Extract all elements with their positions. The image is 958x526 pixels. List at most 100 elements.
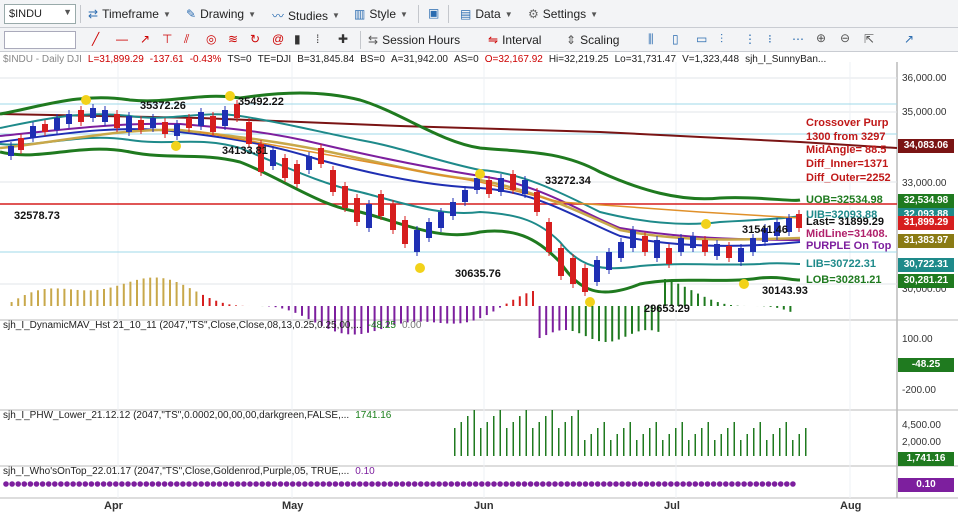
who-dot [668, 481, 674, 487]
hollow-candle-icon[interactable]: ▭ [696, 32, 707, 46]
as: AS=0 [453, 54, 479, 65]
candle-body [342, 186, 348, 208]
histogram-bar [485, 306, 488, 316]
histogram-bar [215, 300, 218, 306]
phw-value: 1741.16 [355, 410, 392, 421]
zoom-in-icon[interactable]: ⊕ [816, 31, 826, 45]
who-dot [167, 481, 174, 487]
phw-bar [675, 428, 677, 456]
export-icon[interactable]: ↗ [904, 32, 914, 46]
bars-icon[interactable]: ▮ [294, 32, 301, 46]
area-style-icon[interactable]: ⁝ [768, 32, 772, 46]
dmav-pane-label[interactable]: sjh_I_DynamicMAV_Hst 21_10_11 (2047,"TS"… [3, 320, 421, 331]
chevron-down-icon[interactable]: ▼ [63, 7, 72, 17]
phw-pane-label[interactable]: sjh_I_PHW_Lower_21.12.12 (2047,"TS",0.00… [3, 410, 391, 421]
who-dot [552, 481, 558, 487]
ohlc-icon[interactable]: ⫶ [720, 32, 723, 47]
candle-style-icon[interactable]: ▯ [672, 32, 679, 46]
candle-body [702, 240, 708, 252]
bar-style-icon[interactable]: ⫼ [648, 32, 654, 47]
who-dot [729, 481, 735, 487]
fib-icon[interactable]: ≋ [228, 32, 238, 46]
histogram-bar [479, 306, 482, 319]
crosshair-icon[interactable]: ✚ [338, 32, 348, 46]
studies-menu[interactable]: 〰 Studies ▼ [272, 7, 340, 24]
who-dot [338, 481, 345, 487]
who-dot [570, 481, 577, 487]
phw-bar [642, 434, 644, 456]
trendline-icon[interactable]: ╱ [92, 32, 99, 46]
chart-name-input[interactable] [4, 31, 76, 49]
layout-icon[interactable]: ▣ [428, 6, 439, 20]
data-menu[interactable]: ▤ Data ▼ [460, 7, 513, 21]
symbol-input[interactable]: $INDU ▼ [4, 4, 76, 24]
who-pane-label[interactable]: sjh_I_Who'sOnTop_22.01.17 (2047,"TS",Clo… [3, 466, 375, 477]
separator [448, 5, 449, 23]
who-dot [399, 481, 406, 487]
session-hours-button[interactable]: ⇆ Session Hours [368, 33, 460, 47]
candle-body [426, 222, 432, 238]
histogram-bar [109, 287, 112, 306]
who-dot [106, 481, 113, 487]
phw-bar [707, 422, 709, 456]
circle-icon[interactable]: ◎ [206, 32, 216, 46]
candle-body [498, 178, 504, 192]
candle-body [570, 258, 576, 284]
who-dot [302, 481, 308, 487]
diff-inner-text: Diff_Inner=1371 [806, 158, 889, 170]
who-dot [716, 481, 723, 487]
settings-label: Settings [542, 7, 587, 21]
price-box-maroon: 34,083.06 [898, 139, 954, 153]
zoom-out-icon[interactable]: ⊖ [840, 31, 850, 45]
histogram-bar [584, 306, 587, 337]
hline-icon[interactable]: — [116, 32, 128, 46]
who-dot [405, 481, 412, 487]
phw-bar [649, 428, 651, 456]
timeframe-menu[interactable]: ⇄ Timeframe ▼ [88, 7, 171, 21]
cursor-icon[interactable]: ⇱ [864, 32, 874, 46]
who-dot [296, 481, 302, 487]
candle-body [796, 214, 802, 228]
who-dot [619, 481, 625, 487]
month-label: Jul [664, 500, 680, 512]
arrow-icon[interactable]: ↗ [140, 32, 150, 46]
histogram-bar [538, 306, 541, 339]
scaling-label: Scaling [580, 33, 620, 47]
price-box-last: 31,899.29 [898, 216, 954, 230]
candle-body [510, 174, 516, 190]
scaling-button[interactable]: ⇕ Scaling [566, 33, 619, 47]
text-icon[interactable]: ⊤ [162, 32, 172, 46]
phw-bar [701, 428, 703, 456]
swing-label: 34133.81 [222, 145, 268, 157]
channel-icon[interactable]: ⫽ [184, 32, 189, 47]
phw-bar [584, 440, 586, 456]
low: Lo=31,731.47 [614, 54, 677, 65]
candle-body [102, 110, 108, 122]
axis-tick: 4,500.00 [902, 420, 941, 431]
chevron-down-icon: ▼ [590, 9, 599, 19]
settings-menu[interactable]: ⚙ Settings ▼ [528, 7, 598, 21]
line-style-icon[interactable]: ⋮ [744, 32, 756, 46]
drawing-menu[interactable]: ✎ Drawing ▼ [186, 7, 256, 21]
spiral-icon[interactable]: @ [272, 32, 284, 46]
histogram-bar [426, 306, 429, 322]
phw-bar [688, 440, 690, 456]
grid-icon[interactable]: ⁞ [316, 32, 319, 46]
who-dot [222, 481, 229, 487]
month-label: Jun [474, 500, 494, 512]
interval-button[interactable]: ⇋ Interval [488, 33, 541, 47]
who-dot [546, 481, 552, 487]
symbol-value: $INDU [9, 8, 43, 20]
histogram-bar [37, 290, 39, 306]
cycle-icon[interactable]: ↻ [250, 32, 260, 46]
candle-body [366, 204, 372, 228]
style-menu[interactable]: ▥ Style ▼ [354, 7, 408, 21]
phw-bar [746, 434, 748, 456]
who-dot [759, 481, 766, 487]
candle-body [282, 158, 288, 178]
who-dot [491, 481, 497, 487]
who-label: sjh_I_Who'sOnTop_22.01.17 (2047,"TS",Clo… [3, 466, 350, 477]
dot-style-icon[interactable]: ⋯ [792, 32, 804, 46]
candle-body [690, 236, 696, 248]
histogram-bar [274, 306, 277, 308]
